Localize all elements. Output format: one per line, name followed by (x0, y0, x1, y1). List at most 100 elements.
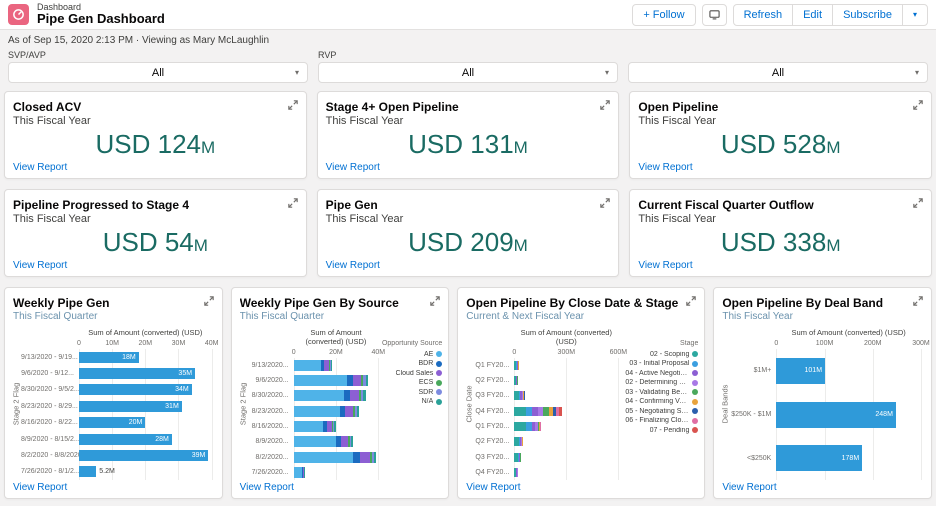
chart-area-weekly-pipe-gen: Stage 2 FlagSum of Amount (converted) (U… (11, 328, 216, 480)
bar-segment[interactable] (334, 421, 335, 432)
bar-segment[interactable] (351, 436, 352, 447)
view-report-link[interactable]: View Report (326, 260, 380, 271)
kpi-value: USD 131M (326, 129, 611, 160)
chart-row: 9/13/2020 - 9/19...18M (21, 349, 212, 365)
expand-icon[interactable] (600, 198, 610, 208)
expand-icon[interactable] (913, 296, 923, 306)
edit-button[interactable]: Edit (792, 4, 833, 26)
bar-segment[interactable] (353, 375, 361, 386)
legend-item[interactable]: 06 - Finalizing Closu... (625, 417, 698, 424)
category-label: 8/16/2020... (248, 423, 294, 430)
bar-segment[interactable] (514, 407, 526, 416)
axis-tick: 200M (864, 340, 882, 347)
category-label: 7/26/2020... (248, 469, 294, 476)
filter-third: All ▾ (628, 50, 928, 83)
axis-tick: 100M (816, 340, 834, 347)
bar[interactable]: 28M (79, 434, 172, 445)
legend-item[interactable]: 03 - Initial Proposal (629, 360, 698, 367)
gauge-icon (12, 8, 25, 21)
chart-row: 9/13/2020... (248, 358, 379, 373)
bar-segment[interactable] (294, 406, 341, 417)
page-title: Pipe Gen Dashboard (37, 12, 165, 26)
bar-segment[interactable] (294, 375, 347, 386)
chart-card-open-pipeline-by-deal-band: Open Pipeline By Deal Band This Fiscal Y… (713, 287, 932, 499)
expand-icon[interactable] (288, 198, 298, 208)
legend-item[interactable]: 02 - Scoping (650, 351, 698, 358)
axis-tick: 0 (774, 340, 778, 347)
bar[interactable]: 101M (776, 358, 825, 384)
bar[interactable]: 20M (79, 417, 145, 428)
bar-segment[interactable] (350, 390, 360, 401)
bar-segment[interactable] (294, 421, 324, 432)
bar-segment[interactable] (559, 407, 562, 416)
refresh-button[interactable]: Refresh (733, 4, 794, 26)
view-report-link[interactable]: View Report (13, 482, 67, 493)
view-report-link[interactable]: View Report (722, 482, 776, 493)
kpi-value: USD 338M (638, 227, 923, 258)
legend-item[interactable]: 04 - Confirming Val... (625, 398, 698, 405)
legend-item[interactable]: AE (424, 351, 442, 358)
subscribe-button[interactable]: Subscribe (832, 4, 903, 26)
bar-segment[interactable] (363, 390, 365, 401)
bar[interactable]: 248M (776, 402, 896, 428)
bar-segment[interactable] (353, 452, 360, 463)
bar[interactable]: 35M (79, 368, 195, 379)
bar-segment[interactable] (331, 360, 332, 371)
bar-segment[interactable] (345, 406, 352, 417)
chevron-down-icon: ▾ (295, 68, 299, 77)
legend-item[interactable]: 05 - Negotiating SS ... (625, 408, 698, 415)
bar-segment[interactable] (357, 406, 359, 417)
legend-item[interactable]: 07 - Pending (650, 427, 699, 434)
more-actions-button[interactable]: ▾ (902, 4, 928, 26)
view-report-link[interactable]: View Report (638, 260, 692, 271)
expand-icon[interactable] (913, 198, 923, 208)
bar-segment[interactable] (514, 422, 526, 431)
expand-icon[interactable] (288, 100, 298, 110)
axis-tick: 300M (912, 340, 930, 347)
bar[interactable]: 34M (79, 384, 192, 395)
bar[interactable] (79, 466, 96, 477)
bar-segment[interactable] (294, 390, 345, 401)
legend-item[interactable]: N/A (422, 398, 443, 405)
category-label: Q3 FY20... (474, 454, 514, 461)
bar-segment[interactable] (366, 375, 368, 386)
expand-icon[interactable] (600, 100, 610, 110)
expand-icon[interactable] (686, 296, 696, 306)
legend-item[interactable]: 02 - Determining Pr... (625, 379, 698, 386)
kpi-subtitle: This Fiscal Year (326, 115, 611, 127)
bar-segment[interactable] (374, 452, 376, 463)
legend-item[interactable]: 04 - Active Negotiat... (625, 370, 698, 377)
legend-item[interactable]: 03 - Validating Bene... (625, 389, 698, 396)
present-button[interactable] (702, 4, 727, 26)
view-report-link[interactable]: View Report (466, 482, 520, 493)
bar[interactable]: 31M (79, 401, 182, 412)
expand-icon[interactable] (204, 296, 214, 306)
bar-segment[interactable] (294, 436, 336, 447)
bar-segment[interactable] (294, 467, 302, 478)
legend-item[interactable]: ECS (419, 379, 442, 386)
filter-select-rvp[interactable]: All ▾ (318, 62, 618, 83)
kpi-row-1: Closed ACV This Fiscal Year USD 124M Vie… (0, 91, 936, 179)
filter-select-third[interactable]: All ▾ (628, 62, 928, 83)
expand-icon[interactable] (913, 100, 923, 110)
filter-label: SVP/AVP (8, 50, 308, 62)
bar[interactable]: 178M (776, 445, 862, 471)
chart-row: <$250K178M (730, 436, 921, 480)
view-report-link[interactable]: View Report (240, 482, 294, 493)
bar-segment[interactable] (360, 452, 370, 463)
view-report-link[interactable]: View Report (638, 162, 692, 173)
bar[interactable]: 18M (79, 352, 139, 363)
view-report-link[interactable]: View Report (326, 162, 380, 173)
legend-item[interactable]: SDR (419, 389, 443, 396)
bar-segment[interactable] (294, 360, 322, 371)
expand-icon[interactable] (430, 296, 440, 306)
bar-segment[interactable] (294, 452, 353, 463)
bar[interactable]: 39M (79, 450, 208, 461)
view-report-link[interactable]: View Report (13, 260, 67, 271)
kpi-value: USD 124M (13, 129, 298, 160)
follow-button[interactable]: + Follow (632, 4, 695, 26)
view-report-link[interactable]: View Report (13, 162, 67, 173)
legend-item[interactable]: Cloud Sales (396, 370, 443, 377)
filter-select-svp-avp[interactable]: All ▾ (8, 62, 308, 83)
legend-item[interactable]: BDR (419, 360, 443, 367)
